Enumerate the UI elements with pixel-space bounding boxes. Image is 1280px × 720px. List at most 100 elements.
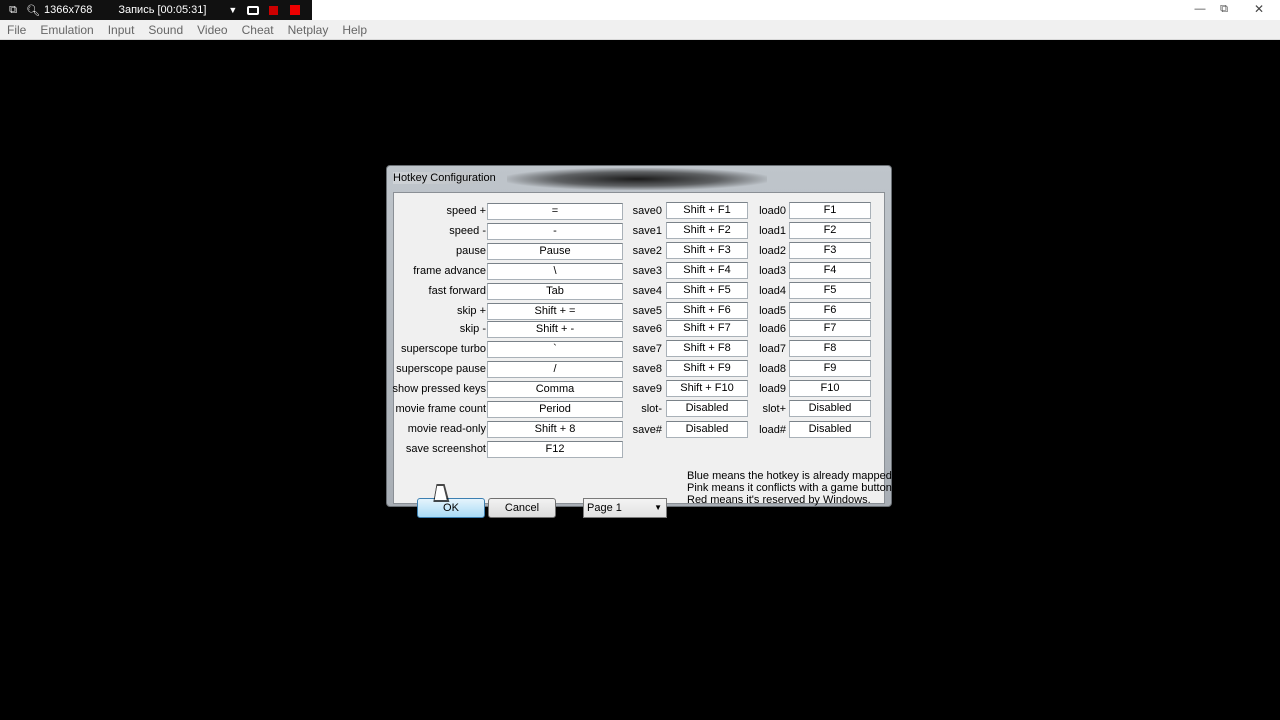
camera-icon[interactable] [247, 5, 260, 15]
load-slot-label: load2 [759, 245, 786, 257]
load-slot-field[interactable]: Disabled [789, 421, 871, 438]
hotkey-field[interactable]: Comma [487, 381, 623, 398]
hotkey-label: fast forward [428, 285, 486, 297]
save-slot-label: save7 [632, 343, 662, 355]
pause-record-icon[interactable] [269, 5, 279, 15]
load-slot-label: load7 [759, 343, 786, 355]
load-slot-field[interactable]: F4 [789, 262, 871, 279]
hotkey-field[interactable]: - [487, 223, 623, 240]
hotkey-field[interactable]: Period [487, 401, 623, 418]
stop-record-icon[interactable] [290, 5, 301, 15]
hotkey-label: movie read-only [407, 423, 486, 435]
menu-netplay[interactable]: Netplay [281, 23, 336, 37]
load-slot-label: slot+ [762, 403, 786, 415]
load-slot-field[interactable]: Disabled [789, 400, 871, 417]
save-slot-field[interactable]: Shift + F5 [666, 282, 748, 299]
hotkey-field[interactable]: Shift + 8 [487, 421, 623, 438]
menu-sound[interactable]: Sound [141, 23, 190, 37]
load-slot-field[interactable]: F1 [789, 202, 871, 219]
hotkey-label: save screenshot [405, 443, 486, 455]
info-line: A hotkey can be disabled using Escape. [687, 506, 882, 518]
save-slot-field[interactable]: Shift + F9 [666, 360, 748, 377]
menu-bar: File Emulation Input Sound Video Cheat N… [0, 20, 1280, 40]
save-slot-field[interactable]: Shift + F6 [666, 302, 748, 319]
save-slot-label: save# [632, 424, 662, 436]
dialog-title: Hotkey Configuration [393, 172, 496, 184]
hotkey-label: speed - [449, 225, 486, 237]
hotkey-label: pause [456, 245, 486, 257]
save-slot-label: save0 [632, 205, 662, 217]
hotkey-field[interactable]: Shift + = [487, 303, 623, 320]
maximize-icon[interactable]: ⧉ [1210, 0, 1238, 18]
save-slot-field[interactable]: Shift + F7 [666, 320, 748, 337]
cancel-button[interactable]: Cancel [488, 498, 556, 518]
window-titlebar [312, 0, 1280, 20]
load-slot-label: load6 [759, 323, 786, 335]
menu-file[interactable]: File [0, 23, 33, 37]
zoom-icon[interactable]: 🔍︎ [26, 4, 40, 17]
info-line: Pink means it conflicts with a game butt… [687, 482, 895, 494]
hotkey-label: show pressed keys [392, 383, 486, 395]
hotkey-field[interactable]: Pause [487, 243, 623, 260]
save-slot-field[interactable]: Disabled [666, 400, 748, 417]
hotkey-field[interactable]: F12 [487, 441, 623, 458]
load-slot-field[interactable]: F10 [789, 380, 871, 397]
save-slot-field[interactable]: Shift + F1 [666, 202, 748, 219]
menu-cheat[interactable]: Cheat [235, 23, 281, 37]
hotkey-field[interactable]: Tab [487, 283, 623, 300]
chevron-down-icon[interactable]: ▼ [228, 5, 237, 15]
save-slot-field[interactable]: Shift + F3 [666, 242, 748, 259]
load-slot-field[interactable]: F5 [789, 282, 871, 299]
load-slot-field[interactable]: F8 [789, 340, 871, 357]
load-slot-field[interactable]: F3 [789, 242, 871, 259]
load-slot-field[interactable]: F2 [789, 222, 871, 239]
recorder-resolution: 1366x768 [44, 4, 93, 16]
recorder-toolbar: ⧉ 🔍︎ 1366x768 Запись [00:05:31] ▼ [0, 0, 312, 21]
info-line: Blue means the hotkey is already mapped. [687, 470, 895, 482]
hotkey-label: speed + [446, 205, 486, 217]
recorder-status: Запись [00:05:31] [118, 4, 207, 16]
load-slot-label: load9 [759, 383, 786, 395]
load-slot-field[interactable]: F6 [789, 302, 871, 319]
load-slot-label: load5 [759, 305, 786, 317]
hotkey-field[interactable]: / [487, 361, 623, 378]
hotkey-label: skip + [456, 305, 486, 317]
save-slot-label: save6 [632, 323, 662, 335]
save-slot-label: save3 [632, 265, 662, 277]
load-slot-label: load0 [759, 205, 786, 217]
hotkey-field[interactable]: = [487, 203, 623, 220]
load-slot-field[interactable]: F7 [789, 320, 871, 337]
load-slot-label: load1 [759, 225, 786, 237]
hotkey-label: superscope pause [396, 363, 486, 375]
info-line: Red means it's reserved by Windows. [687, 494, 871, 506]
menu-video[interactable]: Video [190, 23, 234, 37]
hotkey-field[interactable]: Shift + - [487, 321, 623, 338]
load-slot-label: load3 [759, 265, 786, 277]
chevron-down-icon: ▼ [654, 503, 662, 512]
save-slot-field[interactable]: Shift + F2 [666, 222, 748, 239]
page-select[interactable]: Page 1 ▼ [583, 498, 667, 518]
hotkey-field[interactable]: \ [487, 263, 623, 280]
menu-help[interactable]: Help [335, 23, 374, 37]
save-slot-label: slot- [641, 403, 662, 415]
hotkey-field[interactable]: ` [487, 341, 623, 358]
load-slot-field[interactable]: F9 [789, 360, 871, 377]
save-slot-label: save8 [632, 363, 662, 375]
save-slot-field[interactable]: Disabled [666, 421, 748, 438]
close-icon[interactable]: ✕ [1240, 0, 1278, 18]
menu-emulation[interactable]: Emulation [33, 23, 100, 37]
hotkey-label: skip - [459, 323, 486, 335]
save-slot-label: save4 [632, 285, 662, 297]
hotkey-label: movie frame count [395, 403, 486, 415]
load-slot-label: load# [759, 424, 786, 436]
save-slot-field[interactable]: Shift + F4 [666, 262, 748, 279]
save-slot-field[interactable]: Shift + F8 [666, 340, 748, 357]
save-slot-label: save1 [632, 225, 662, 237]
hotkey-dialog: Hotkey Configuration Disabled load# Disabl… [386, 165, 895, 518]
ok-button[interactable]: OK [417, 498, 485, 518]
window-mode-icon[interactable]: ⧉ [6, 4, 20, 17]
mouse-cursor-icon [434, 486, 450, 500]
menu-input[interactable]: Input [101, 23, 142, 37]
save-slot-label: save9 [632, 383, 662, 395]
save-slot-field[interactable]: Shift + F10 [666, 380, 748, 397]
